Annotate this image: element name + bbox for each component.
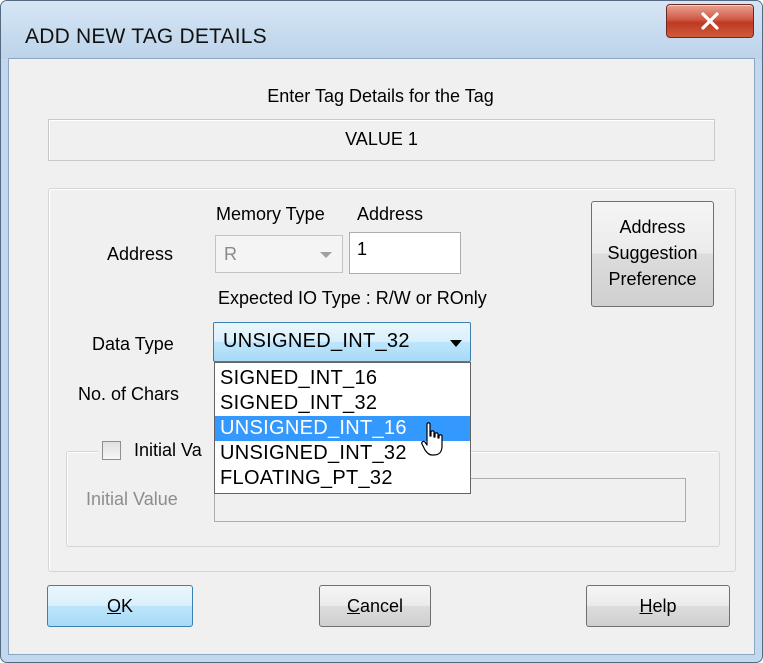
ok-button[interactable]: OK <box>47 585 193 627</box>
initial-value-label: Initial Value <box>86 489 178 509</box>
ok-accel-key: O <box>106 596 121 616</box>
memory-type-value: R <box>224 244 237 264</box>
address-label: Address <box>107 244 174 264</box>
initial-value-checkbox-label[interactable]: Initial Va <box>134 440 202 461</box>
address-suggestion-line2: Suggestion <box>607 243 698 263</box>
help-label-rest: elp <box>652 596 677 616</box>
instruction-text: Enter Tag Details for the Tag <box>267 86 494 106</box>
address-suggestion-line1: Address <box>619 217 686 237</box>
data-type-selected-value: UNSIGNED_INT_32 <box>223 330 410 352</box>
dropdown-option[interactable]: FLOATING_PT_32 <box>215 466 470 491</box>
chevron-down-icon[interactable] <box>450 340 462 347</box>
data-type-select[interactable]: UNSIGNED_INT_32 <box>213 322 471 362</box>
close-icon <box>701 12 719 30</box>
dropdown-option[interactable]: SIGNED_INT_16 <box>215 366 470 391</box>
address-suggestion-button[interactable]: Address Suggestion Preference <box>591 201 714 307</box>
address-input[interactable]: 1 <box>349 232 461 274</box>
cancel-button[interactable]: Cancel <box>319 585 431 627</box>
address-header: Address <box>357 204 424 224</box>
address-suggestion-line3: Preference <box>608 269 697 289</box>
data-type-label: Data Type <box>92 334 174 354</box>
initial-value-checkbox[interactable] <box>102 441 121 460</box>
tag-name-value: VALUE 1 <box>345 129 418 149</box>
cancel-label-rest: ancel <box>359 596 404 616</box>
help-accel-key: H <box>639 596 653 616</box>
ok-label-rest: K <box>121 596 134 616</box>
memory-type-header: Memory Type <box>216 204 325 224</box>
hand-cursor-icon <box>421 422 443 456</box>
window-title: ADD NEW TAG DETAILS <box>25 25 267 48</box>
memory-type-select: R <box>215 235 343 273</box>
dropdown-option[interactable]: SIGNED_INT_32 <box>215 391 470 416</box>
close-button[interactable] <box>666 4 754 38</box>
cancel-accel-key: C <box>346 596 360 616</box>
chevron-down-icon <box>320 252 332 258</box>
help-button[interactable]: Help <box>586 585 730 627</box>
tag-name-display: VALUE 1 <box>48 119 715 161</box>
io-type-text: Expected IO Type : R/W or ROnly <box>218 288 487 308</box>
no-of-chars-label: No. of Chars <box>78 384 180 404</box>
